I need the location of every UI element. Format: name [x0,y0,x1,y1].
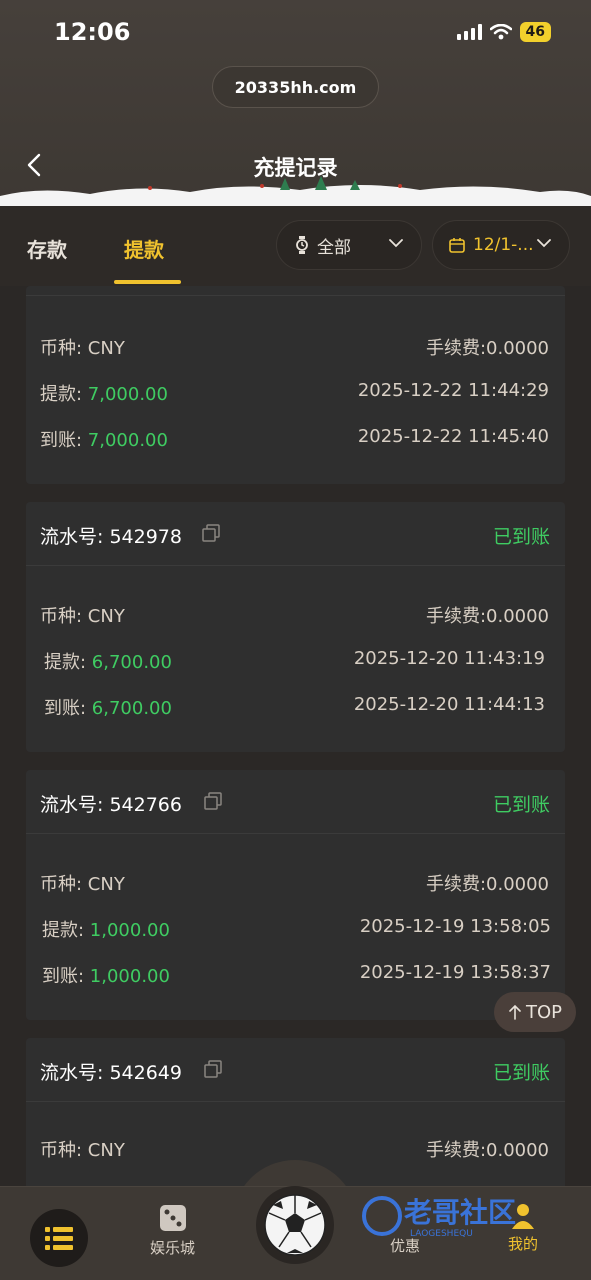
watermark-text: 老哥社区 [404,1196,516,1229]
chevron-down-icon [389,239,403,248]
status-badge: 已到账 [492,526,550,548]
record-card-partial: 币种: CNY 手续费:0.0000 提款: 7,000.00 2025-12-… [26,286,565,484]
status-icons: 46 [456,22,551,42]
nav-casino-label: 娱乐城 [150,1239,196,1257]
record-withdraw: 提款: 1,000.00 [42,920,170,941]
active-tab-indicator [114,280,181,284]
status-badge: 已到账 [492,1062,550,1084]
record-arrive: 到账: 1,000.00 [42,966,170,987]
date-filter-dropdown[interactable]: 12/1-... [432,220,570,270]
wifi-icon [489,24,512,40]
record-fee: 手续费:0.0000 [425,1140,549,1161]
signal-icon [456,24,482,40]
record-serial: 流水号: 542649 [40,1062,182,1084]
dice-icon [159,1205,186,1231]
record-withdraw-time: 2025-12-22 11:44:29 [357,380,549,401]
menu-list-icon [45,1227,73,1250]
status-time: 12:06 [54,18,131,46]
type-filter-dropdown[interactable]: 全部 [276,220,422,270]
copy-icon[interactable] [204,792,222,810]
soccer-ball-icon [264,1194,326,1256]
snow-decoration [0,176,591,206]
record-currency: 币种: CNY [40,1140,125,1161]
record-serial: 流水号: 542978 [40,526,182,548]
header: 12:06 46 20335hh.com 充提记录 [0,0,591,206]
record-card-header: 流水号: 542978 已到账 [26,502,565,566]
record-withdraw-time: 2025-12-20 11:43:19 [353,648,545,669]
record-card: 流水号: 542766 已到账 币种: CNY 手续费:0.0000 提款: 1… [26,770,565,1020]
center-ball-button[interactable] [256,1186,334,1264]
calendar-icon [449,237,465,253]
battery-indicator: 46 [519,22,551,42]
record-arrive: 到账: 7,000.00 [40,430,168,451]
record-fee: 手续费:0.0000 [425,606,549,627]
record-arrive-time: 2025-12-20 11:44:13 [353,694,545,715]
date-filter-value: 12/1-... [473,235,534,255]
withdraw-amount: 1,000.00 [89,920,170,941]
menu-button[interactable] [30,1209,88,1267]
record-arrive-time: 2025-12-22 11:45:40 [357,426,549,447]
withdraw-amount: 6,700.00 [91,652,172,673]
arrow-up-icon [509,1004,521,1020]
record-fee: 手续费:0.0000 [425,338,549,359]
arrive-amount: 6,700.00 [91,698,172,719]
watermark-logo: 老哥社区 LAOGESHEQU [362,1196,516,1239]
tabs-bar: 存款 提款 全部 12/1-... [0,206,591,286]
watermark-subtext: LAOGESHEQU [410,1229,473,1239]
record-arrive: 到账: 6,700.00 [44,698,172,719]
chevron-down-icon [537,239,551,248]
record-withdraw-time: 2025-12-19 13:58:05 [359,916,551,937]
record-withdraw: 提款: 7,000.00 [40,384,168,405]
record-serial: 流水号: 542766 [40,794,182,816]
record-card: 流水号: 542978 已到账 币种: CNY 手续费:0.0000 提款: 6… [26,502,565,752]
scroll-top-button[interactable]: TOP [494,992,576,1032]
record-withdraw: 提款: 6,700.00 [44,652,172,673]
record-currency: 币种: CNY [40,338,125,359]
url-pill[interactable]: 20335hh.com [212,66,379,108]
record-card-header: 流水号: 542649 已到账 [26,1038,565,1102]
record-currency: 币种: CNY [40,874,125,895]
tab-deposit[interactable]: 存款 [27,234,67,263]
withdraw-amount: 7,000.00 [87,384,168,405]
record-card-header: 流水号: 542766 已到账 [26,770,565,834]
copy-icon[interactable] [204,1060,222,1078]
arrive-amount: 7,000.00 [87,430,168,451]
type-filter-value: 全部 [317,237,351,258]
arrive-amount: 1,000.00 [89,966,170,987]
record-arrive-time: 2025-12-19 13:58:37 [359,962,551,983]
status-badge: 已到账 [492,794,550,816]
record-fee: 手续费:0.0000 [425,874,549,895]
copy-icon[interactable] [202,524,220,542]
watch-icon [295,236,309,254]
nav-casino[interactable]: 娱乐城 [150,1201,195,1258]
tab-withdraw[interactable]: 提款 [124,234,164,263]
record-currency: 币种: CNY [40,606,125,627]
scroll-top-label: TOP [525,1001,563,1023]
